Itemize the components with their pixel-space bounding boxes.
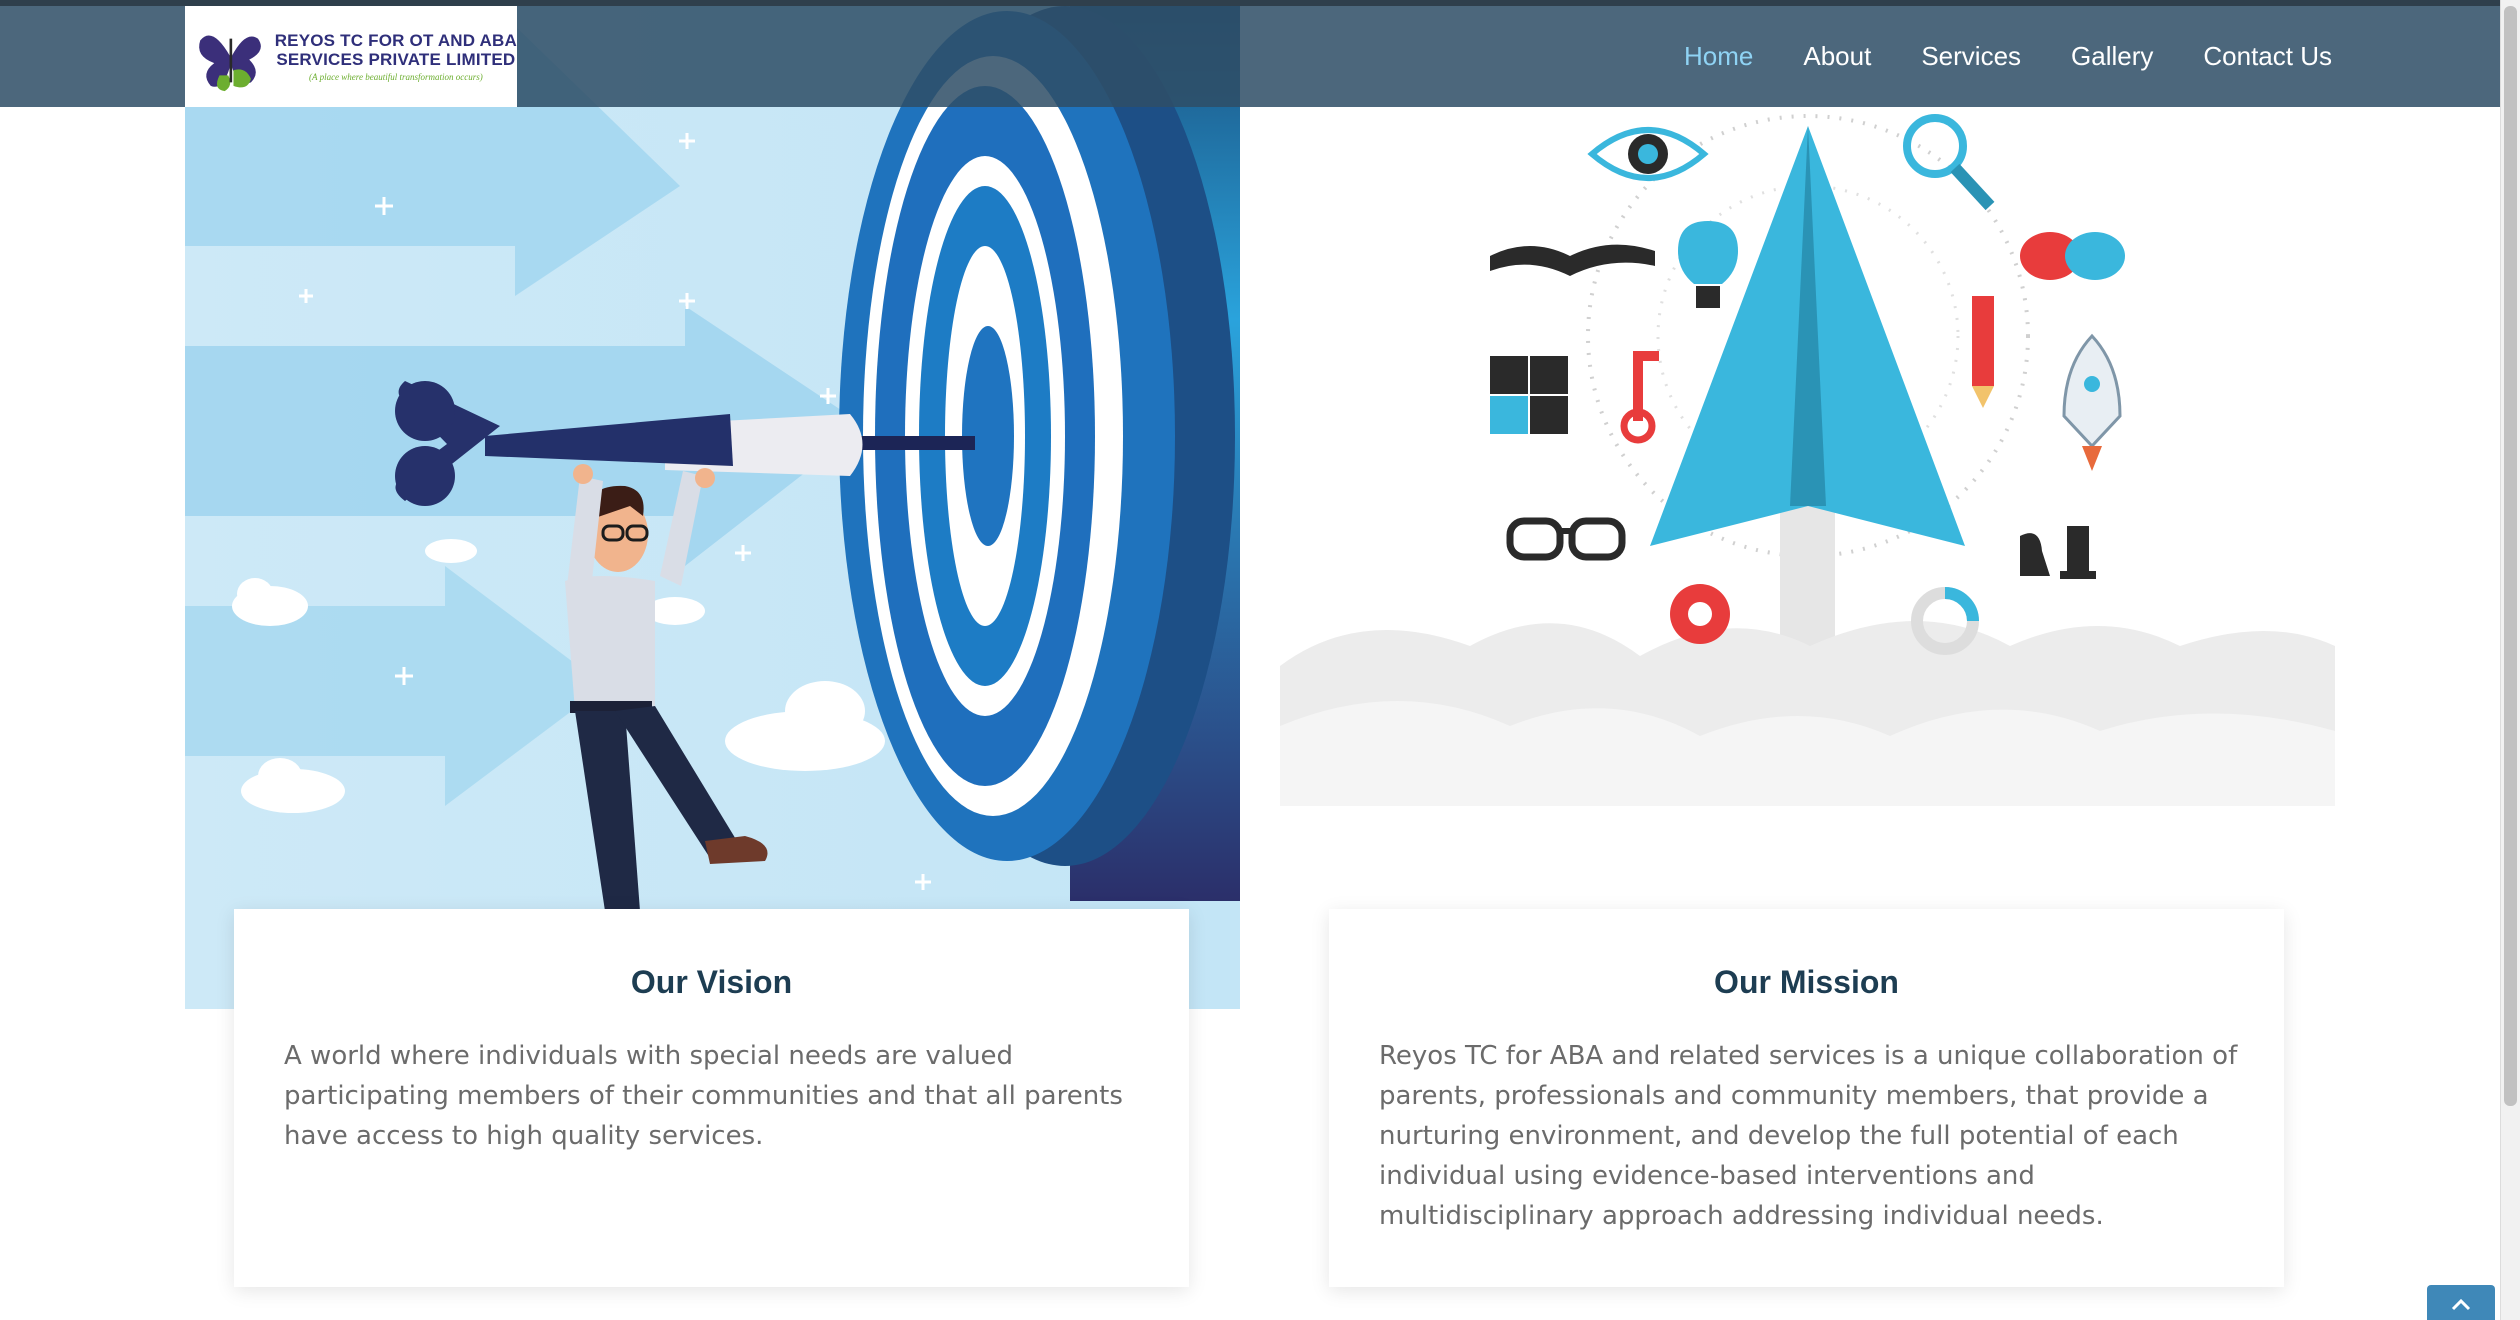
mission-text: Reyos TC for ABA and related services is… (1379, 1041, 2238, 1231)
page-scrollbar[interactable] (2500, 0, 2520, 1320)
vision-illustration (185, 6, 1240, 1009)
nav-contact-us[interactable]: Contact Us (2203, 41, 2332, 72)
nav-gallery[interactable]: Gallery (2071, 41, 2153, 72)
chevron-up-icon (2451, 1298, 2471, 1311)
logo-butterfly-icon (199, 35, 261, 91)
mission-title: Our Mission (1714, 964, 1899, 1000)
mission-illustration (1280, 6, 2335, 906)
page: REYOS TC FOR OT AND ABA SERVICES PRIVATE… (0, 0, 2520, 1320)
scrollbar-thumb[interactable] (2504, 6, 2517, 1106)
nav-about[interactable]: About (1803, 41, 1871, 72)
scroll-to-top-button[interactable] (2427, 1285, 2495, 1320)
logo-title-line-1: REYOS TC FOR OT AND ABA (274, 31, 517, 50)
logo-title-line-2: SERVICES PRIVATE LIMITED (276, 50, 516, 69)
vision-title: Our Vision (630, 964, 793, 1000)
company-logo[interactable]: REYOS TC FOR OT AND ABA SERVICES PRIVATE… (185, 6, 517, 107)
vision-text: A world where individuals with special n… (284, 1041, 1123, 1151)
mission-card: Our Mission Reyos TC for ABA and related… (1329, 909, 2284, 1287)
logo-tagline: (A place where beautiful transformation … (308, 72, 483, 82)
vision-card: Our Vision A world where individuals wit… (234, 909, 1189, 1287)
nav-home[interactable]: Home (1684, 41, 1753, 72)
nav-services[interactable]: Services (1921, 41, 2021, 72)
main-nav: Home About Services Gallery Contact Us (1634, 6, 2332, 107)
